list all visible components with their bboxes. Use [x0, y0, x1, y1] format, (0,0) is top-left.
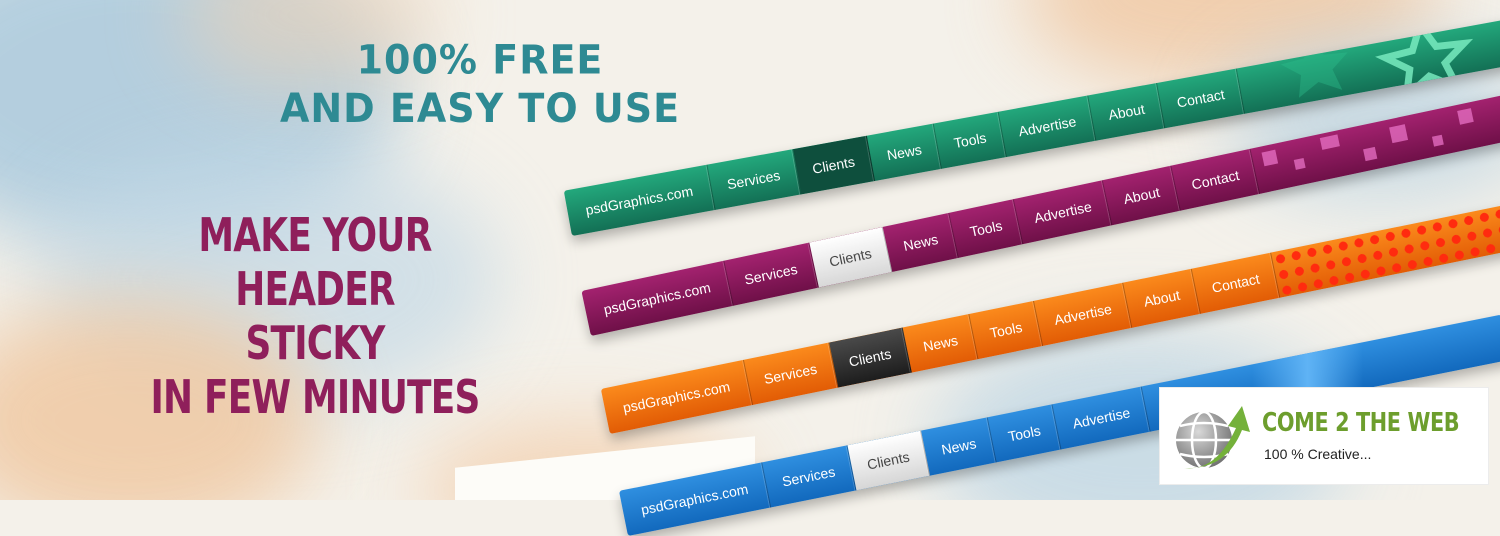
logo-title: COME 2 THE WEB: [1262, 408, 1460, 438]
headline-line-1: 100% FREE: [356, 36, 604, 83]
globe-arrow-icon: [1176, 406, 1250, 470]
headline-line-2: AND EASY TO USE: [279, 85, 681, 132]
tagline-line-2: STICKY: [245, 316, 385, 370]
brand-logo[interactable]: COME 2 THE WEB 100 % Creative...: [1160, 388, 1488, 484]
headline: 100% FREE AND EASY TO USE: [270, 36, 690, 133]
logo-subtitle: 100 % Creative...: [1264, 446, 1372, 462]
tagline-line-3: IN FEW MINUTES: [150, 370, 480, 424]
tagline: MAKE YOUR HEADER STICKY IN FEW MINUTES: [124, 208, 506, 424]
tagline-line-1: MAKE YOUR HEADER: [198, 208, 432, 316]
